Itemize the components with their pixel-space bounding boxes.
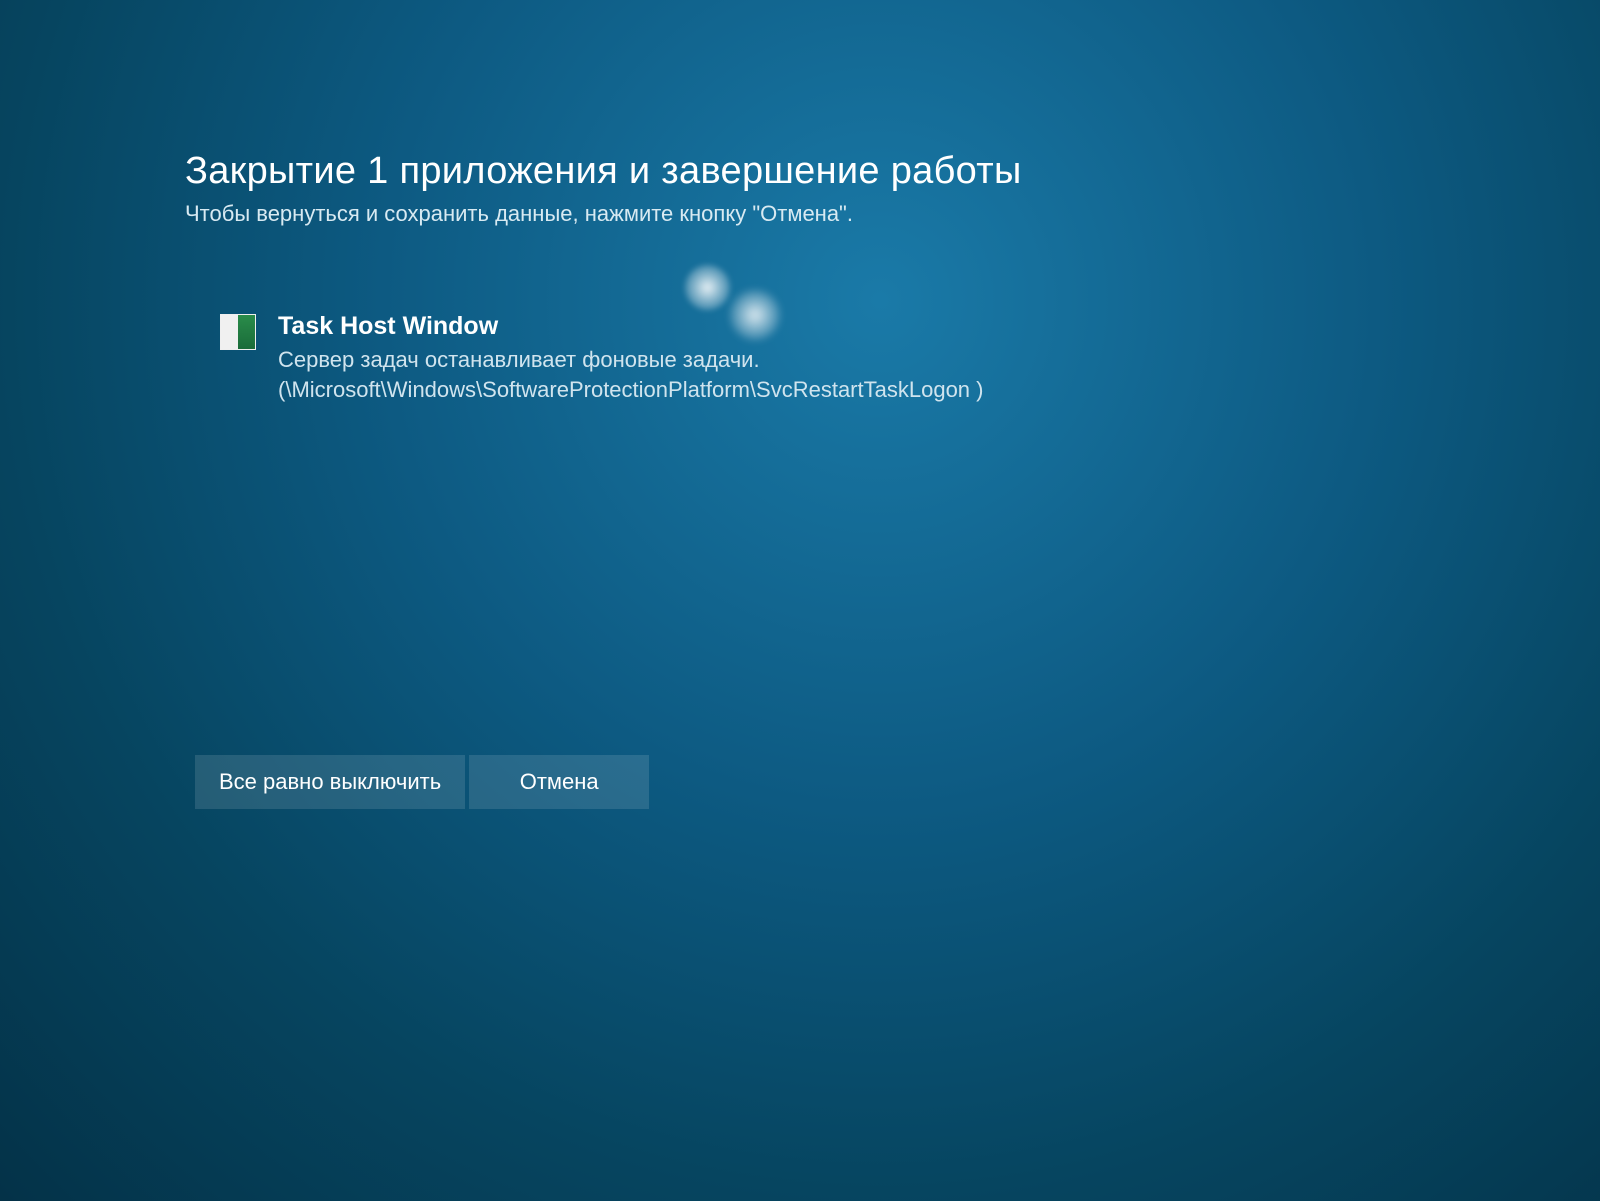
app-list-item: Task Host Window Сервер задач останавлив… xyxy=(220,312,1285,404)
app-description: Сервер задач останавливает фоновые задач… xyxy=(278,345,1078,404)
cancel-button[interactable]: Отмена xyxy=(469,755,649,809)
dialog-subtitle: Чтобы вернуться и сохранить данные, нажм… xyxy=(185,201,1285,227)
app-icon xyxy=(220,314,256,350)
app-name: Task Host Window xyxy=(278,312,1285,341)
dialog-title: Закрытие 1 приложения и завершение работ… xyxy=(185,150,1285,193)
force-shutdown-button[interactable]: Все равно выключить xyxy=(195,755,465,809)
app-info: Task Host Window Сервер задач останавлив… xyxy=(278,312,1285,404)
shutdown-dialog: Закрытие 1 приложения и завершение работ… xyxy=(185,150,1285,404)
button-row: Все равно выключить Отмена xyxy=(195,755,649,809)
